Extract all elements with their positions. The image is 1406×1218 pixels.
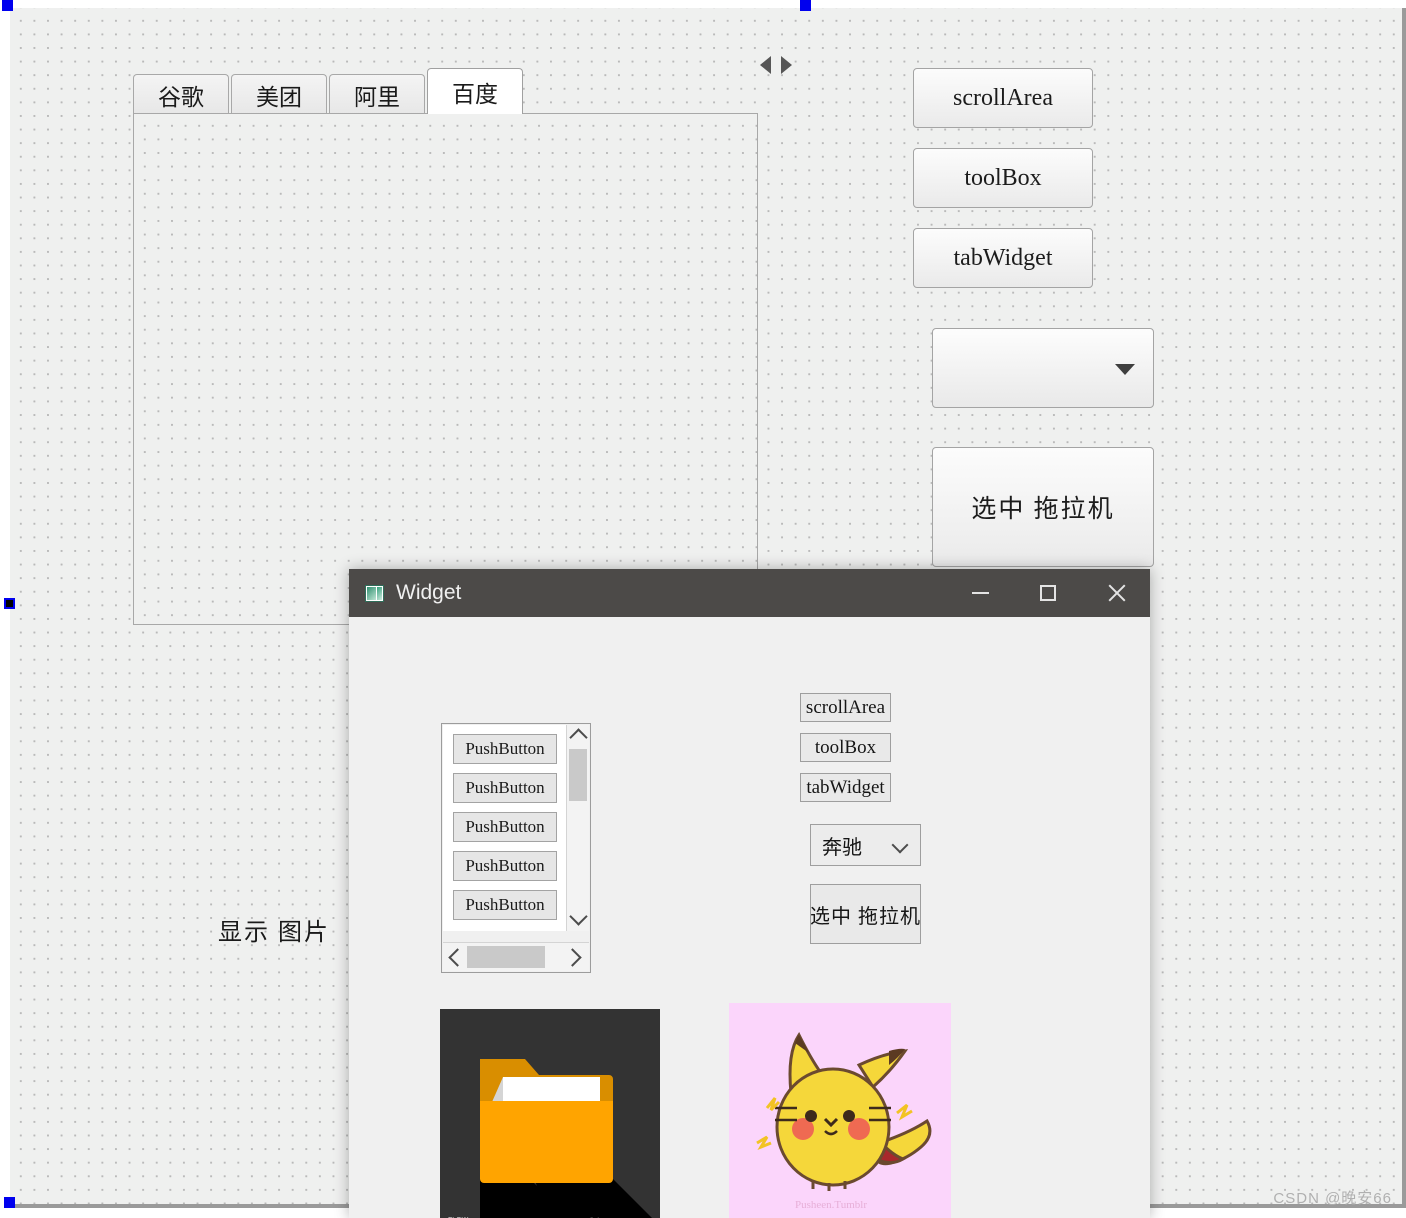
minimize-icon	[971, 592, 989, 594]
combobox-value: 奔驰	[822, 836, 862, 859]
selection-handle-top-left[interactable]	[2, 0, 13, 11]
maximize-button[interactable]	[1014, 569, 1082, 617]
scroll-area-pushbutton[interactable]: PushButton	[453, 812, 557, 842]
button-label: toolBox	[814, 736, 877, 758]
close-button[interactable]	[1082, 569, 1150, 617]
tab-bar[interactable]: 谷歌 美团 阿里 百度	[133, 68, 525, 114]
qt-widget-icon	[365, 584, 384, 602]
tab-ali[interactable]: 阿里	[329, 74, 425, 114]
tab-label: 美团	[256, 84, 302, 110]
designer-tabwidget-button[interactable]: tabWidget	[913, 228, 1093, 288]
button-label: scrollArea	[953, 84, 1053, 111]
scroll-area-pushbutton[interactable]: PushButton	[453, 773, 557, 803]
cat-image-svg: Pusheen.Tumblr	[729, 1003, 951, 1218]
chevron-left-icon[interactable]	[448, 948, 467, 967]
scroll-area[interactable]: PushButton PushButton PushButton PushBut…	[441, 723, 591, 973]
tab-meituan[interactable]: 美团	[231, 74, 327, 114]
minimize-button[interactable]	[946, 569, 1014, 617]
tab-label: 百度	[452, 81, 498, 107]
designer-image-label: 显示 图片	[218, 920, 330, 946]
button-label: toolBox	[964, 164, 1042, 191]
scroll-area-vertical-scrollbar[interactable]	[566, 725, 589, 931]
scroll-area-viewport: PushButton PushButton PushButton PushBut…	[443, 725, 567, 931]
designer-combobox[interactable]	[932, 328, 1154, 408]
button-label: tabWidget	[806, 776, 885, 798]
designer-scrollarea-button[interactable]: scrollArea	[913, 68, 1093, 128]
button-label: 选中 拖拉机	[810, 905, 921, 928]
triangle-right-icon[interactable]	[781, 56, 792, 74]
scroll-area-horizontal-scrollbar[interactable]	[443, 942, 589, 971]
window-combobox[interactable]: 奔驰	[810, 824, 921, 866]
designer-toolbox-button[interactable]: toolBox	[913, 148, 1093, 208]
tab-scroll-arrows[interactable]	[760, 54, 812, 76]
tab-label: 阿里	[354, 84, 400, 110]
screenshot-root: 谷歌 美团 阿里 百度 scrollArea toolBox tabWidget	[0, 0, 1406, 1218]
chevron-right-icon[interactable]	[563, 948, 582, 967]
triangle-left-icon[interactable]	[760, 56, 771, 74]
scroll-area-pushbutton[interactable]: PushButton	[453, 890, 557, 920]
window-body: PushButton PushButton PushButton PushBut…	[349, 617, 1150, 1218]
tab-google[interactable]: 谷歌	[133, 74, 229, 114]
chevron-up-icon[interactable]	[569, 728, 588, 747]
folder-flat-icon-image: FLOW flaticon	[440, 1009, 660, 1218]
vertical-scrollbar-thumb[interactable]	[569, 749, 587, 801]
maximize-icon	[1040, 585, 1056, 601]
chevron-down-icon[interactable]	[891, 836, 909, 854]
scroll-area-pushbutton[interactable]: PushButton	[453, 851, 557, 881]
close-icon	[1106, 583, 1126, 603]
designer-tractor-button[interactable]: 选中 拖拉机	[932, 447, 1154, 567]
folder-image-svg: FLOW flaticon	[440, 1009, 660, 1218]
window-scrollarea-button[interactable]: scrollArea	[800, 693, 891, 722]
selection-handle-top-center[interactable]	[800, 0, 811, 11]
form-right-resize-edge[interactable]	[1402, 8, 1405, 1206]
window-title-bar[interactable]: Widget	[349, 569, 1150, 617]
button-label: tabWidget	[953, 244, 1053, 271]
window-title: Widget	[396, 581, 462, 604]
button-label: 选中 拖拉机	[971, 496, 1115, 523]
tab-label: 谷歌	[158, 84, 204, 110]
window-tabwidget-button[interactable]: tabWidget	[800, 773, 891, 802]
triangle-down-icon[interactable]	[1115, 364, 1135, 375]
widget-window[interactable]: Widget PushButton PushButton PushButton …	[349, 569, 1150, 1218]
tab-widget[interactable]: 谷歌 美团 阿里 百度	[133, 68, 758, 625]
selection-handle-bottom-left[interactable]	[4, 1197, 15, 1208]
horizontal-scrollbar-thumb[interactable]	[467, 946, 545, 968]
csdn-watermark: CSDN @晚安66	[1273, 1190, 1392, 1207]
selection-handle-middle-left[interactable]	[4, 598, 15, 609]
cat-caption: Pusheen.Tumblr	[795, 1199, 867, 1211]
button-label: scrollArea	[805, 696, 886, 718]
pikachu-pusheen-image: Pusheen.Tumblr	[729, 1003, 951, 1218]
window-toolbox-button[interactable]: toolBox	[800, 733, 891, 762]
tab-baidu[interactable]: 百度	[427, 68, 523, 114]
window-tractor-button[interactable]: 选中 拖拉机	[810, 884, 921, 944]
tab-page-content	[133, 113, 758, 625]
chevron-down-icon[interactable]	[569, 907, 588, 926]
scroll-area-pushbutton[interactable]: PushButton	[453, 734, 557, 764]
